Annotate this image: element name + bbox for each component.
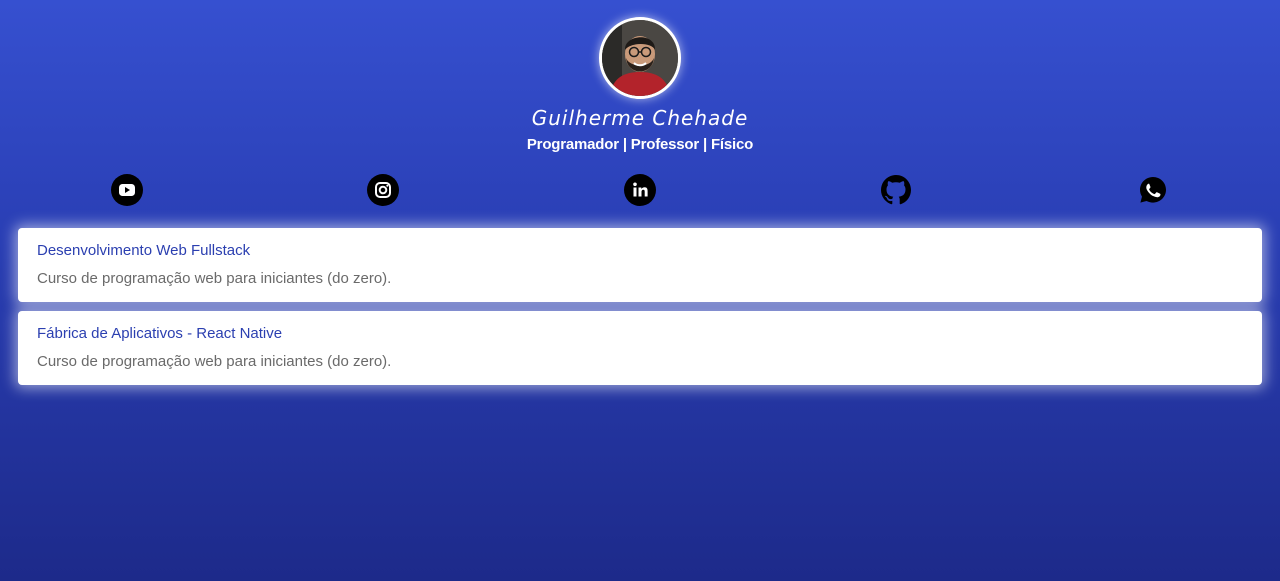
profile-subtitle: Programador | Professor | Físico bbox=[526, 136, 754, 153]
course-card[interactable]: Fábrica de Aplicativos - React Native Cu… bbox=[18, 311, 1262, 385]
avatar bbox=[599, 17, 681, 99]
whatsapp-icon[interactable] bbox=[1137, 174, 1169, 206]
youtube-icon[interactable] bbox=[111, 174, 143, 206]
profile-header: Guilherme Chehade Programador | Professo… bbox=[0, 17, 1280, 153]
course-card[interactable]: Desenvolvimento Web Fullstack Curso de p… bbox=[18, 228, 1262, 302]
linkedin-icon[interactable] bbox=[624, 174, 656, 206]
github-icon[interactable] bbox=[880, 174, 912, 206]
instagram-icon[interactable] bbox=[367, 174, 399, 206]
course-title[interactable]: Desenvolvimento Web Fullstack bbox=[37, 242, 250, 259]
profile-name: Guilherme Chehade bbox=[531, 106, 749, 130]
course-title[interactable]: Fábrica de Aplicativos - React Native bbox=[37, 325, 282, 342]
course-description: Curso de programação web para iniciantes… bbox=[37, 270, 392, 287]
social-links bbox=[0, 174, 1280, 206]
course-description: Curso de programação web para iniciantes… bbox=[37, 353, 392, 370]
